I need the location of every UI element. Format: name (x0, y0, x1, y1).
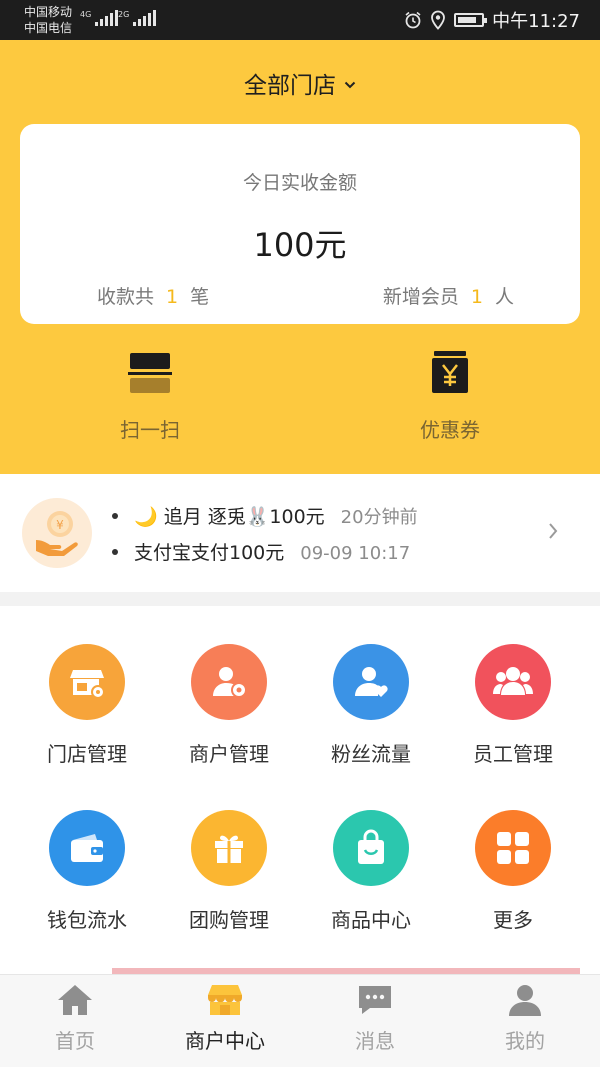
feature-label: 更多 (493, 908, 533, 932)
feature-label: 员工管理 (473, 742, 553, 766)
grid-more-icon (475, 810, 551, 886)
members-stat: 新增会员 1 人 (383, 282, 514, 309)
store-selector-label: 全部门店 (244, 73, 336, 99)
coin-hand-icon: ¥ (22, 498, 92, 568)
feature-label: 钱包流水 (47, 908, 127, 932)
carrier-2: 中国电信 (24, 21, 73, 35)
fans-traffic-button[interactable]: 粉丝流量 (301, 644, 441, 767)
transaction-text: 支付宝支付100元 (134, 542, 285, 564)
transaction-item: 🌙 追月 逐兎🐰100元 20分钟前 (112, 502, 418, 529)
scan-label: 扫一扫 (120, 418, 180, 442)
store-management-button[interactable]: 门店管理 (17, 644, 157, 767)
payments-unit: 笔 (190, 286, 210, 308)
gift-icon (191, 810, 267, 886)
home-icon (58, 985, 92, 1015)
shopping-bag-icon (333, 810, 409, 886)
message-icon (359, 986, 391, 1014)
recent-transactions[interactable]: ¥ 🌙 追月 逐兎🐰100元 20分钟前 支付宝支付100元 09-09 10:17 (0, 474, 600, 592)
coupon-button[interactable]: 优惠券 (375, 348, 525, 443)
store-settings-icon (49, 644, 125, 720)
battery-charging-icon (454, 13, 488, 27)
coupon-icon (432, 351, 468, 393)
status-right: 中午11:27 (404, 0, 580, 40)
app-screen: 中国移动 中国电信 4G 2G 中午11:27 全部门店 今日实收金额 100元… (0, 0, 600, 1067)
product-center-button[interactable]: 商品中心 (301, 810, 441, 933)
staff-management-button[interactable]: 员工管理 (443, 644, 583, 767)
payments-stat: 收款共 1 笔 (97, 282, 209, 309)
tab-label: 首页 (55, 1029, 95, 1053)
carrier-1: 中国移动 (24, 5, 73, 19)
merchant-management-button[interactable]: 商户管理 (159, 644, 299, 767)
signal-2-icon: 2G (118, 10, 157, 26)
summary-amount: 100元 (253, 226, 347, 264)
scan-icon (128, 353, 172, 393)
status-time: 中午11:27 (492, 11, 580, 32)
chevron-right-icon (549, 523, 558, 539)
status-bar: 中国移动 中国电信 4G 2G 中午11:27 (0, 0, 600, 40)
feature-label: 商品中心 (331, 908, 411, 932)
transaction-item: 支付宝支付100元 09-09 10:17 (112, 538, 410, 565)
feature-label: 团购管理 (189, 908, 269, 932)
wallet-flow-button[interactable]: 钱包流水 (17, 810, 157, 933)
location-icon (431, 10, 446, 30)
coupon-label: 优惠券 (420, 418, 480, 442)
payments-label: 收款共 (97, 286, 155, 308)
wallet-icon (49, 810, 125, 886)
feature-grid: 门店管理 商户管理 粉丝流量 员工管理 钱包流水 团购管理 商品中心 更多 (0, 606, 600, 974)
transaction-time: 20分钟前 (340, 507, 418, 528)
merchant-settings-icon (191, 644, 267, 720)
group-buy-management-button[interactable]: 团购管理 (159, 810, 299, 933)
feature-label: 门店管理 (47, 742, 127, 766)
members-count: 1 (470, 286, 483, 308)
payments-count: 1 (166, 286, 179, 308)
members-unit: 人 (494, 286, 514, 308)
header-panel: 全部门店 今日实收金额 100元 收款共 1 笔 新增会员 1 人 扫一扫 优惠… (0, 40, 600, 474)
tab-label: 我的 (505, 1029, 545, 1053)
tab-bar: 首页 商户中心 消息 我的 (0, 974, 600, 1067)
tab-home[interactable]: 首页 (0, 975, 150, 1067)
feature-label: 商户管理 (189, 742, 269, 766)
store-selector[interactable]: 全部门店 (0, 66, 600, 100)
tab-profile[interactable]: 我的 (450, 975, 600, 1067)
tab-label: 商户中心 (185, 1029, 265, 1053)
staff-group-icon (475, 644, 551, 720)
svg-text:¥: ¥ (56, 518, 64, 532)
signal-1-icon: 4G (80, 10, 119, 26)
profile-icon (509, 985, 541, 1016)
alarm-icon (405, 11, 421, 29)
fans-icon (333, 644, 409, 720)
members-label: 新增会员 (382, 286, 459, 308)
scan-button[interactable]: 扫一扫 (75, 348, 225, 443)
more-button[interactable]: 更多 (443, 810, 583, 933)
summary-card: 今日实收金额 100元 收款共 1 笔 新增会员 1 人 (20, 124, 580, 324)
shop-icon (208, 985, 242, 1015)
feature-label: 粉丝流量 (331, 742, 411, 766)
transaction-text: 🌙 追月 逐兎🐰100元 (134, 506, 325, 528)
chevron-down-icon (344, 81, 356, 89)
carrier-info: 中国移动 中国电信 (24, 4, 72, 36)
transaction-time: 09-09 10:17 (300, 543, 411, 564)
tab-merchant-center[interactable]: 商户中心 (150, 975, 300, 1067)
tab-label: 消息 (355, 1029, 395, 1053)
summary-title: 今日实收金额 (242, 172, 357, 194)
tab-messages[interactable]: 消息 (300, 975, 450, 1067)
